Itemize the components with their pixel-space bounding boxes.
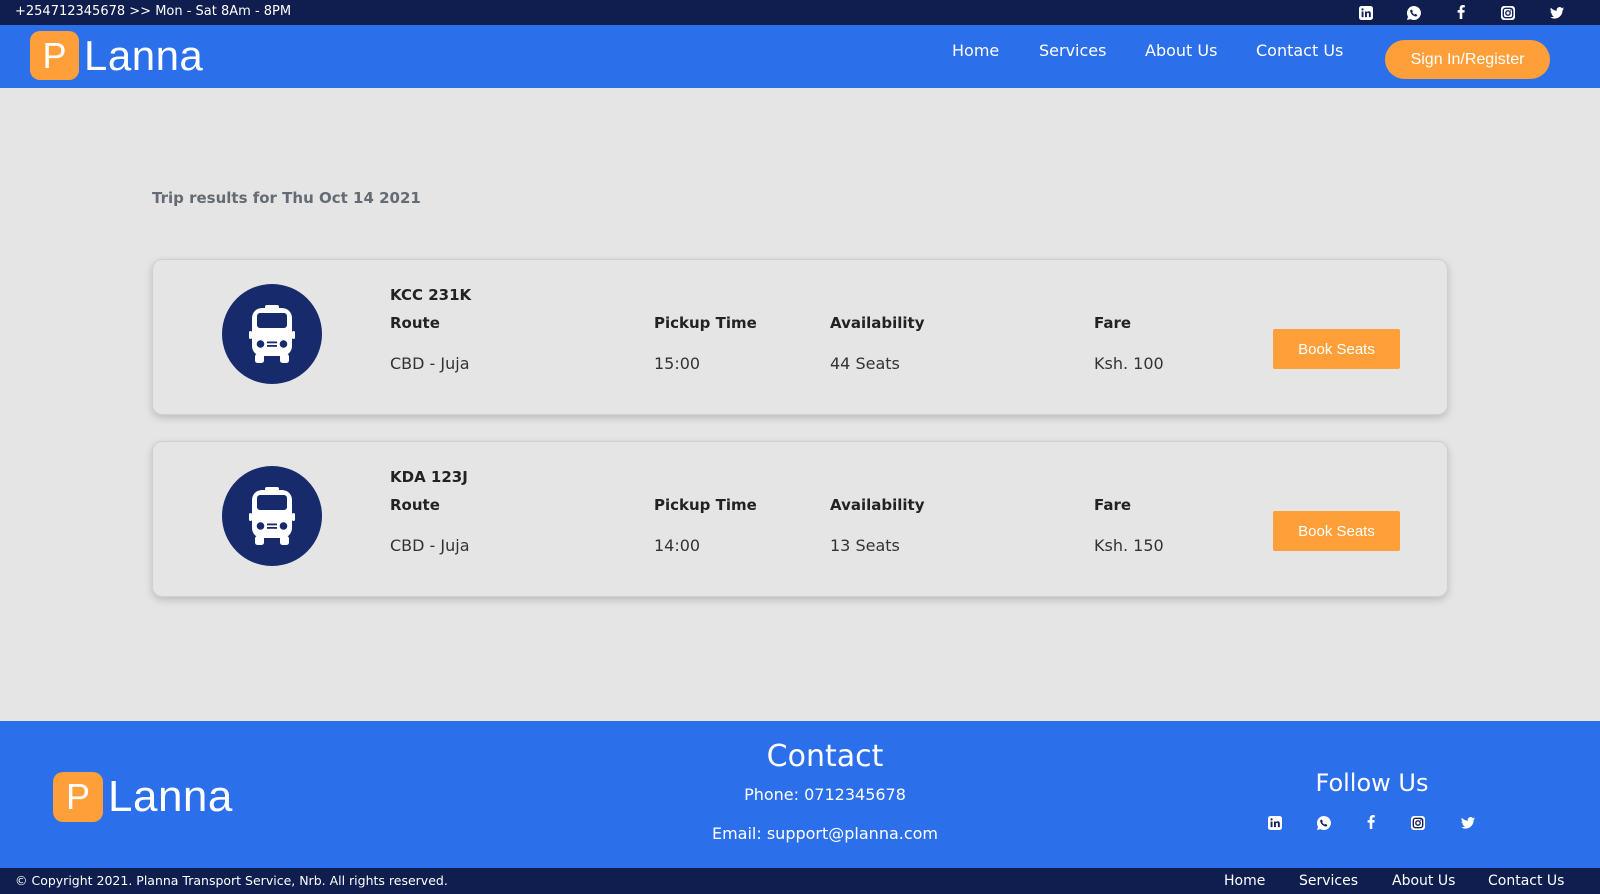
copyright-text: © Copyright 2021. Planna Transport Servi… — [15, 873, 448, 888]
instagram-icon[interactable] — [1410, 815, 1426, 831]
bus-avatar — [222, 466, 322, 566]
nav-home[interactable]: Home — [952, 41, 999, 60]
footer-link-contact-us[interactable]: Contact Us — [1488, 873, 1564, 889]
trip-card: KDA 123J Route Pickup Time Availability … — [152, 441, 1448, 597]
fare-header: Fare — [1094, 496, 1132, 514]
bus-icon — [249, 486, 295, 546]
brand-logo[interactable]: P Lanna — [30, 31, 203, 80]
vehicle-plate: KDA 123J — [390, 468, 468, 486]
availability-value: 13 Seats — [830, 536, 900, 555]
fare-value: Ksh. 100 — [1094, 354, 1164, 373]
bus-icon — [249, 304, 295, 364]
footer: P Lanna Contact Phone: 0712345678 Email:… — [0, 721, 1600, 868]
availability-header: Availability — [830, 496, 925, 514]
book-seats-button[interactable]: Book Seats — [1273, 511, 1400, 551]
pickup-time-value: 14:00 — [654, 536, 701, 555]
availability-value: 44 Seats — [830, 354, 900, 373]
trip-card: KCC 231K Route Pickup Time Availability … — [152, 259, 1448, 415]
bottom-bar: © Copyright 2021. Planna Transport Servi… — [0, 868, 1600, 894]
top-bar: +254712345678 >> Mon - Sat 8Am - 8PM — [0, 0, 1600, 25]
pickup-time-value: 15:00 — [654, 354, 701, 373]
main-navbar: P Lanna Home Services About Us Contact U… — [0, 25, 1600, 88]
vehicle-plate: KCC 231K — [390, 286, 472, 304]
contact-hours: +254712345678 >> Mon - Sat 8Am - 8PM — [15, 4, 292, 19]
route-header: Route — [390, 314, 440, 332]
logo-word: Lanna — [84, 31, 204, 79]
route-value: CBD - Juja — [390, 536, 470, 555]
fare-value: Ksh. 150 — [1094, 536, 1164, 555]
route-value: CBD - Juja — [390, 354, 470, 373]
availability-header: Availability — [830, 314, 925, 332]
sign-in-register-button[interactable]: Sign In/Register — [1385, 40, 1550, 79]
footer-link-services[interactable]: Services — [1299, 873, 1358, 889]
linkedin-icon[interactable] — [1358, 5, 1374, 21]
nav-contact-us[interactable]: Contact Us — [1256, 41, 1343, 60]
facebook-icon[interactable] — [1453, 4, 1469, 20]
nav-about-us[interactable]: About Us — [1145, 41, 1217, 60]
route-header: Route — [390, 496, 440, 514]
fare-header: Fare — [1094, 314, 1132, 332]
twitter-icon[interactable] — [1460, 815, 1476, 831]
twitter-icon[interactable] — [1549, 5, 1565, 21]
contact-email: Email: support@planna.com — [711, 824, 939, 843]
bus-avatar — [222, 284, 322, 384]
footer-link-home[interactable]: Home — [1224, 873, 1265, 889]
whatsapp-icon[interactable] — [1406, 5, 1422, 21]
pickup-time-header: Pickup Time — [654, 314, 757, 332]
whatsapp-icon[interactable] — [1316, 815, 1332, 831]
facebook-icon[interactable] — [1363, 814, 1379, 830]
follow-us-label: Follow Us — [1315, 769, 1429, 797]
linkedin-icon[interactable] — [1267, 815, 1283, 831]
nav-services[interactable]: Services — [1039, 41, 1106, 60]
book-seats-button[interactable]: Book Seats — [1273, 329, 1400, 369]
results-title: Trip results for Thu Oct 14 2021 — [152, 189, 421, 207]
logo-mark: P — [30, 31, 79, 80]
instagram-icon[interactable] — [1500, 5, 1516, 21]
footer-link-about-us[interactable]: About Us — [1392, 873, 1455, 889]
pickup-time-header: Pickup Time — [654, 496, 757, 514]
